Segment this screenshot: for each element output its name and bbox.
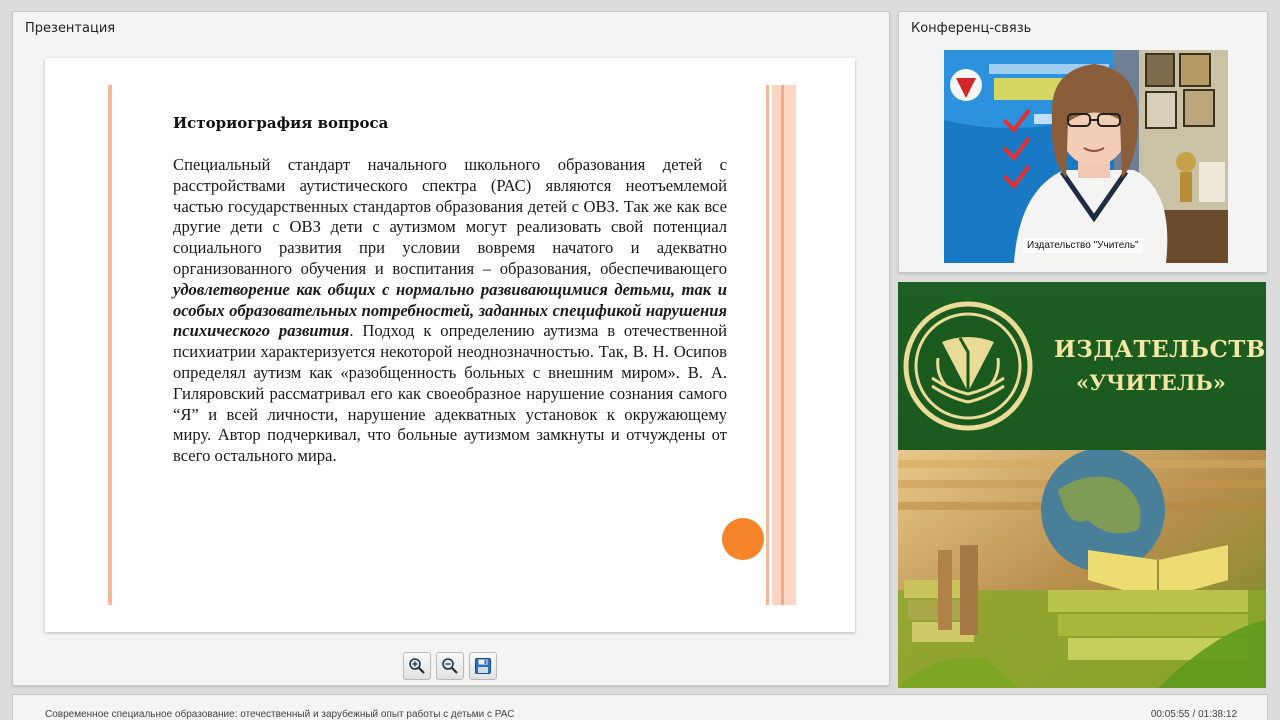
slide-body-part-1: Специальный стандарт начального школьног… xyxy=(173,155,727,278)
presentation-panel-title: Презентация xyxy=(25,21,116,36)
slide-left-stripe xyxy=(108,85,112,605)
zoom-in-icon xyxy=(409,658,425,674)
slide-right-inner-stripe xyxy=(781,85,784,605)
laser-pointer-dot xyxy=(722,518,764,560)
save-button[interactable] xyxy=(469,652,497,680)
publisher-name-line-2: «УЧИТЕЛЬ» xyxy=(1076,370,1226,395)
video-caption: Издательство "Учитель" xyxy=(1023,238,1143,253)
floppy-disk-icon xyxy=(475,658,491,674)
publisher-banner: ИЗДАТЕЛЬСТВО «УЧИТЕЛЬ» xyxy=(898,282,1266,688)
slide-right-band xyxy=(772,85,796,605)
publisher-name-line-1: ИЗДАТЕЛЬСТВО xyxy=(1054,336,1266,363)
webcam-video[interactable]: Издательство "Учитель" xyxy=(944,50,1228,263)
playback-time: 00:05:55 / 01:38:12 xyxy=(1150,709,1237,720)
publisher-banner-header: ИЗДАТЕЛЬСТВО «УЧИТЕЛЬ» xyxy=(898,282,1266,450)
publisher-banner-image xyxy=(898,450,1266,688)
conference-panel-title: Конференц-связь xyxy=(911,21,1032,36)
zoom-in-button[interactable] xyxy=(403,652,431,680)
zoom-out-icon xyxy=(442,658,458,674)
slide-heading: Историография вопроса xyxy=(173,114,389,132)
webcam-scene xyxy=(944,50,1228,263)
zoom-out-button[interactable] xyxy=(436,652,464,680)
course-title: Современное специальное образование: оте… xyxy=(45,709,515,720)
conference-panel: Конференц-связь Издательство "Учитель" xyxy=(898,11,1268,273)
slide-right-stripe xyxy=(766,85,769,605)
footer-bar: Современное специальное образование: оте… xyxy=(12,694,1268,720)
presentation-panel: Презентация Историография вопроса Специа… xyxy=(12,11,890,686)
slide-body-part-2: . Подход к определению аутизма в отечест… xyxy=(173,321,727,466)
presentation-slide: Историография вопроса Специальный станда… xyxy=(45,58,855,632)
slide-body-text: Специальный стандарт начального школьног… xyxy=(173,155,727,467)
publisher-logo-icon xyxy=(903,301,1033,431)
